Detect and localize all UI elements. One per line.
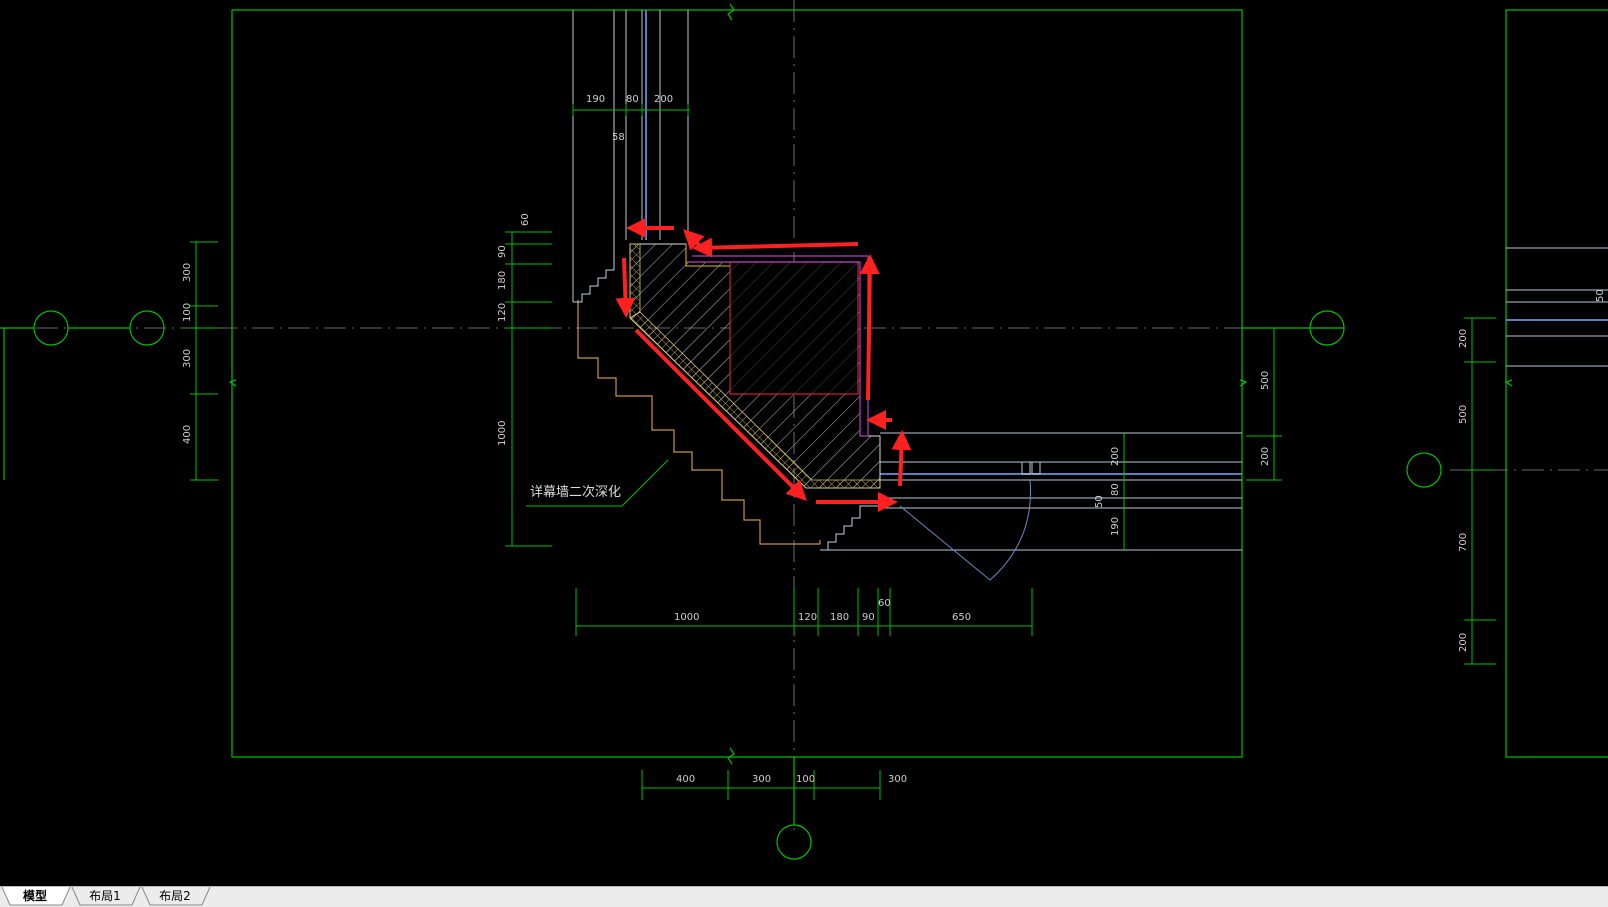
dim-bottom-180: 180 bbox=[830, 612, 849, 623]
dim-left-1000: 1000 bbox=[497, 421, 508, 446]
dim-frame-bottom-300a: 300 bbox=[752, 774, 771, 785]
tab-model-label: 模型 bbox=[22, 889, 47, 903]
cad-drawing-canvas[interactable]: 190 80 200 58 60 90 180 120 1000 300 100… bbox=[0, 0, 1608, 886]
dim-inner-80: 80 bbox=[1110, 483, 1121, 496]
dim-frame-left-100: 100 bbox=[182, 303, 193, 322]
tab-layout1[interactable]: 布局1 bbox=[70, 887, 141, 906]
tab-layout1-label: 布局1 bbox=[89, 889, 121, 903]
tab-model[interactable]: 模型 bbox=[0, 887, 71, 906]
dim-panel-700: 700 bbox=[1458, 533, 1469, 552]
dim-inner-190: 190 bbox=[1110, 517, 1121, 536]
dim-panel-200b: 200 bbox=[1458, 633, 1469, 652]
arrow-up-right bbox=[859, 254, 880, 401]
dim-inner-50: 50 bbox=[1094, 495, 1105, 508]
dim-panel-50: 50 bbox=[1595, 289, 1606, 302]
dim-left-90: 90 bbox=[497, 245, 508, 258]
curtain-wall-note: 详幕墙二次深化 bbox=[530, 484, 621, 500]
dim-panel-200a: 200 bbox=[1458, 329, 1469, 348]
dim-bottom-650: 650 bbox=[952, 612, 971, 623]
dim-frame-left-300a: 300 bbox=[182, 263, 193, 282]
dim-frame-bottom-400: 400 bbox=[676, 774, 695, 785]
dimension-texts: 190 80 200 58 60 90 180 120 1000 300 100… bbox=[182, 94, 1606, 785]
dim-frame-left-300b: 300 bbox=[182, 349, 193, 368]
right-panel-walls bbox=[1506, 247, 1608, 367]
layout-tab-bar: 模型 布局1 布局2 bbox=[0, 886, 1608, 907]
arrow-left-long bbox=[692, 237, 859, 258]
dim-frame-bottom-100: 100 bbox=[796, 774, 815, 785]
dim-bottom-90: 90 bbox=[862, 612, 875, 623]
dim-top-58: 58 bbox=[612, 132, 625, 143]
dim-left-60: 60 bbox=[520, 213, 531, 226]
dim-panel-500: 500 bbox=[1458, 405, 1469, 424]
dim-frame-right-200: 200 bbox=[1260, 447, 1271, 466]
dim-left-120: 120 bbox=[497, 303, 508, 322]
dim-frame-left-400: 400 bbox=[182, 425, 193, 444]
dim-frame-right-500: 500 bbox=[1260, 371, 1271, 390]
dim-top-80: 80 bbox=[626, 94, 639, 105]
dim-bottom-60: 60 bbox=[878, 598, 891, 609]
drawing-frame bbox=[228, 3, 1608, 765]
dim-bottom-120: 120 bbox=[798, 612, 817, 623]
dim-top-200: 200 bbox=[654, 94, 673, 105]
dim-left-180: 180 bbox=[497, 271, 508, 290]
dim-top-190: 190 bbox=[586, 94, 605, 105]
tab-layout2[interactable]: 布局2 bbox=[140, 887, 211, 906]
tab-layout2-label: 布局2 bbox=[159, 889, 191, 903]
dim-frame-bottom-300b: 300 bbox=[888, 774, 907, 785]
dim-bottom-1000: 1000 bbox=[674, 612, 699, 623]
arrow-down-left bbox=[615, 257, 636, 318]
dim-inner-200: 200 bbox=[1110, 447, 1121, 466]
right-wall bbox=[820, 432, 1242, 581]
arrow-up-short bbox=[891, 430, 912, 487]
